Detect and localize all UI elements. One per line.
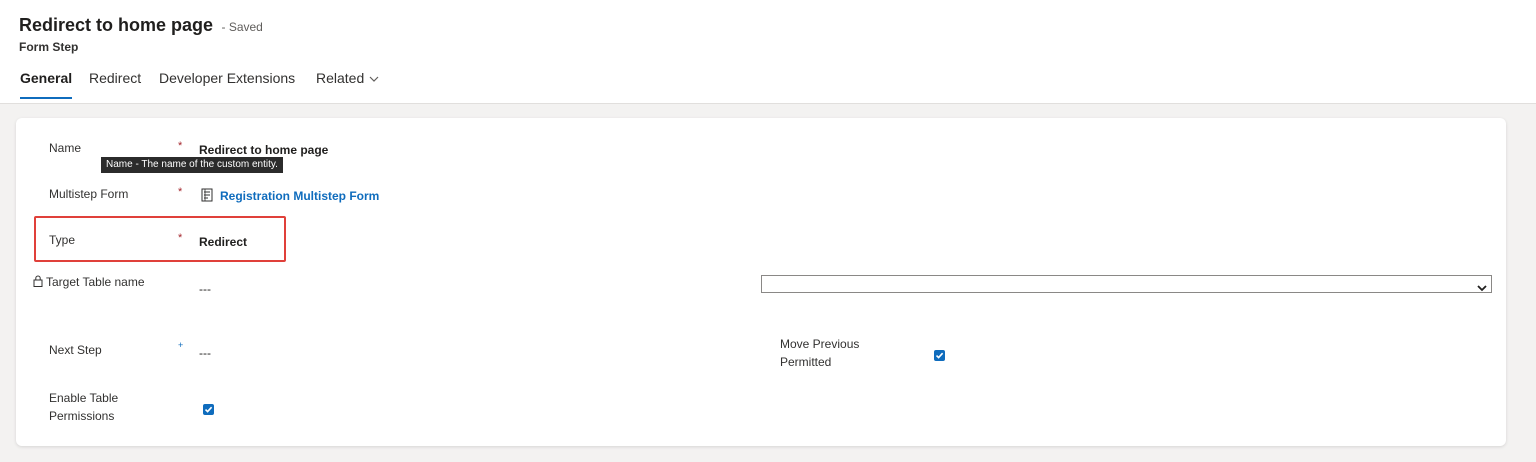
move-previous-label-line1: Move Previous [780,337,860,351]
move-previous-label: Move Previous Permitted [780,335,859,371]
page-title: Redirect to home page [19,15,214,35]
checkmark-icon [204,406,213,413]
move-previous-checkbox[interactable] [934,350,945,361]
tab-related-label: Related [316,70,365,86]
checkmark-icon [935,352,944,359]
tab-related[interactable]: Related [316,70,379,100]
chevron-down-icon [1477,279,1487,297]
name-field[interactable]: Redirect to home page [199,142,328,158]
enable-permissions-label: Enable Table Permissions [49,389,118,425]
name-required-marker: * [178,140,183,152]
target-table-label-text: Target Table name [46,275,145,289]
tab-developer-extensions-label: Developer Extensions [159,70,296,86]
form-header: Redirect to home page - Saved Form Step … [0,0,1536,104]
record-icon [201,188,213,207]
tab-redirect-label: Redirect [89,70,142,86]
next-step-recommended-marker: + [178,340,184,350]
enable-permissions-label-line1: Enable Table [49,391,119,405]
multistep-form-lookup-link[interactable]: Registration Multistep Form [220,188,379,204]
target-table-label: Target Table name [33,271,145,294]
title-row: Redirect to home page - Saved [19,15,263,36]
name-label: Name [49,141,82,155]
target-table-value: --- [199,282,211,296]
tab-general-label: General [20,70,73,86]
next-step-field[interactable]: --- [199,345,211,361]
type-label: Type [49,233,76,247]
tab-redirect[interactable]: Redirect [89,70,141,100]
tab-developer-extensions[interactable]: Developer Extensions [159,70,295,100]
enable-permissions-label-line2: Permissions [49,409,115,423]
tab-general[interactable]: General [20,70,73,100]
entity-type-label: Form Step [19,40,79,54]
chevron-down-icon [369,73,379,85]
target-table-select[interactable] [761,275,1492,293]
general-section-card: Name * Redirect to home page Name - The … [16,118,1506,446]
multistep-form-required-marker: * [178,186,183,198]
multistep-form-label: Multistep Form [49,187,129,201]
lock-icon [33,272,43,294]
save-status: - Saved [221,20,263,34]
enable-permissions-checkbox[interactable] [203,404,214,415]
type-field[interactable]: Redirect [199,234,247,250]
name-tooltip: Name - The name of the custom entity. [101,157,283,173]
type-required-marker: * [178,232,183,244]
next-step-label: Next Step [49,343,102,357]
move-previous-label-line2: Permitted [780,355,832,369]
